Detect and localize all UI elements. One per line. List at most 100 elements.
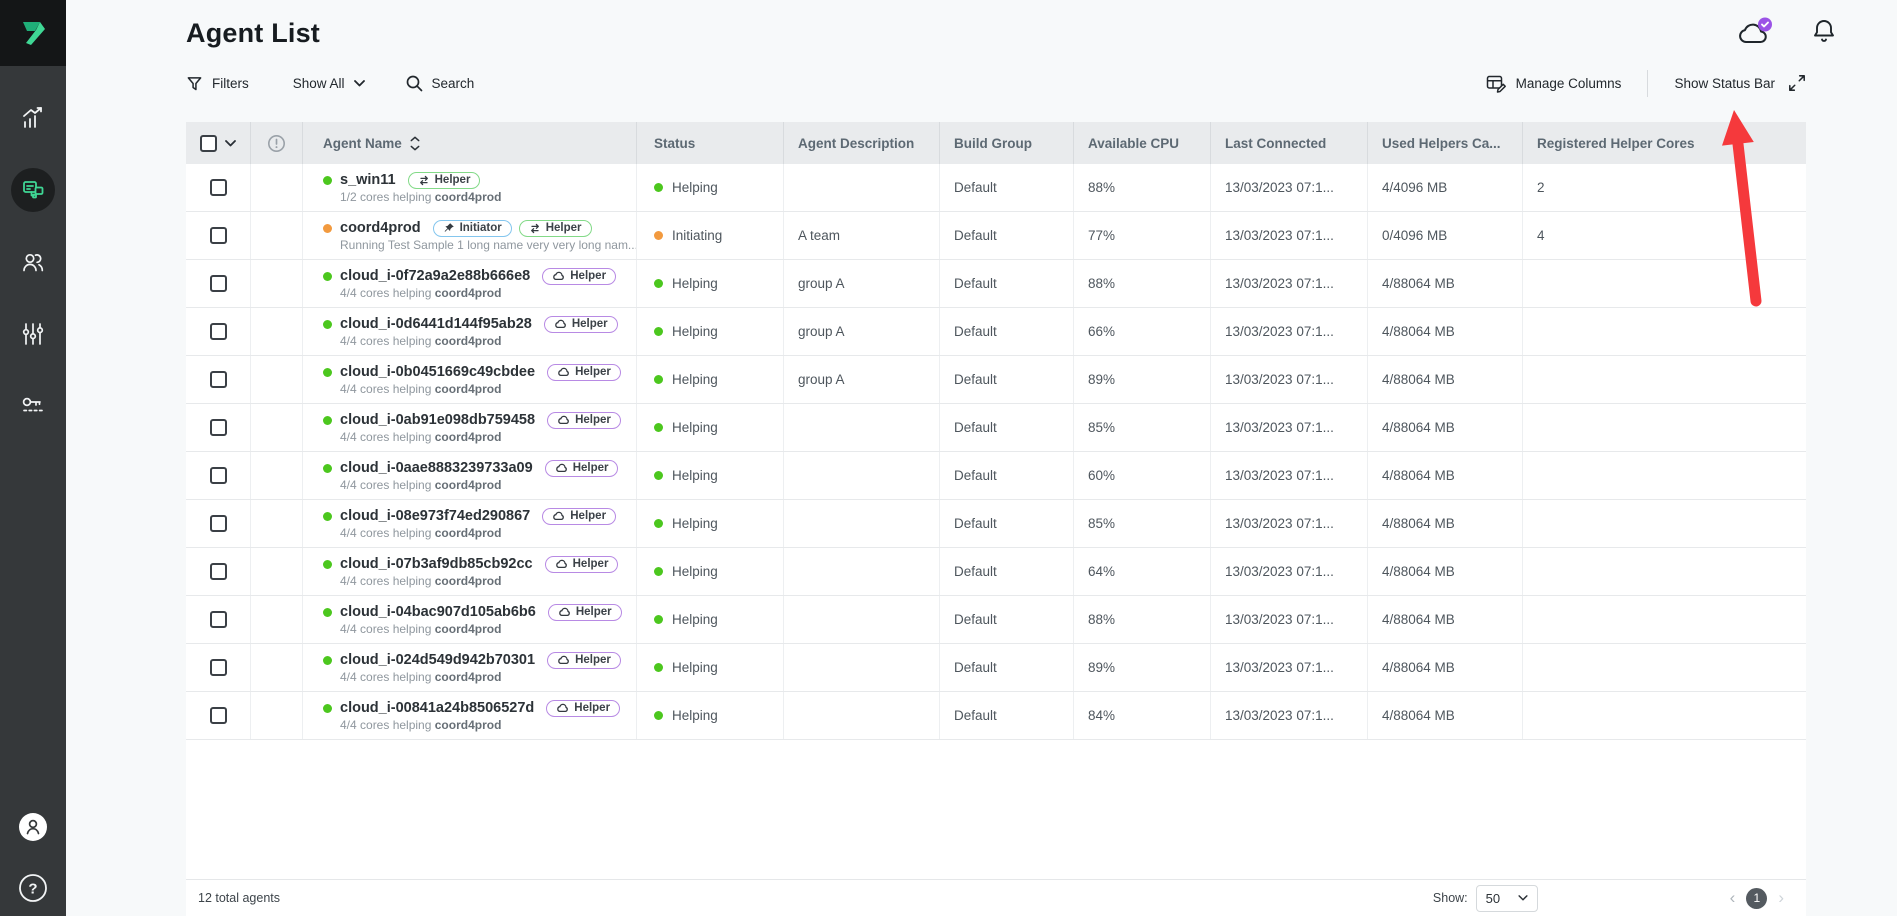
table-row[interactable]: cloud_i-00841a24b8506527d Helper 4/4 cor…	[186, 692, 1806, 740]
available-cpu-cell: 77%	[1074, 212, 1211, 259]
chevron-down-icon	[354, 80, 365, 87]
row-checkbox[interactable]	[210, 467, 227, 484]
agent-name: cloud_i-0b0451669c49cbdee	[340, 364, 535, 380]
header-agent-name[interactable]: Agent Name	[303, 122, 637, 164]
table-row[interactable]: cloud_i-0b0451669c49cbdee Helper 4/4 cor…	[186, 356, 1806, 404]
table-row[interactable]: cloud_i-0d6441d144f95ab28 Helper 4/4 cor…	[186, 308, 1806, 356]
build-group-cell: Default	[940, 500, 1074, 547]
registered-helper-cores-cell	[1523, 356, 1806, 403]
row-checkbox[interactable]	[210, 179, 227, 196]
agent-description-cell	[784, 164, 940, 211]
search-button[interactable]: Search	[405, 74, 475, 92]
select-menu-chevron-icon[interactable]	[225, 140, 236, 147]
app-logo[interactable]	[0, 0, 66, 66]
row-checkbox[interactable]	[210, 611, 227, 628]
row-checkbox[interactable]	[210, 275, 227, 292]
row-checkbox[interactable]	[210, 227, 227, 244]
header-available-cpu[interactable]: Available CPU	[1074, 122, 1211, 164]
table-row[interactable]: cloud_i-0aae8883239733a09 Helper 4/4 cor…	[186, 452, 1806, 500]
help-icon: ?	[18, 873, 48, 903]
agent-subtext: 4/4 cores helping coord4prod	[323, 382, 501, 396]
swap-icon	[529, 223, 541, 234]
agent-name: cloud_i-024d549d942b70301	[340, 652, 535, 668]
sliders-icon	[20, 321, 46, 347]
user-avatar[interactable]	[18, 812, 48, 847]
used-helpers-cell: 4/88064 MB	[1368, 692, 1523, 739]
select-all-checkbox[interactable]	[200, 135, 217, 152]
filters-button[interactable]: Filters	[186, 75, 249, 92]
header-registered-helper-cores[interactable]: Registered Helper Cores	[1523, 122, 1806, 164]
cloud-icon	[1735, 16, 1775, 48]
current-page-button[interactable]: 1	[1746, 888, 1767, 909]
agent-description-cell: group A	[784, 260, 940, 307]
next-page-button[interactable]: ›	[1778, 888, 1784, 908]
header-build-group[interactable]: Build Group	[940, 122, 1074, 164]
agent-badges: Helper	[408, 172, 481, 189]
agent-state-dot	[323, 368, 332, 377]
sidebar-item-users[interactable]	[11, 240, 55, 284]
cloud-status-button[interactable]	[1735, 16, 1775, 53]
row-checkbox[interactable]	[210, 515, 227, 532]
table-row[interactable]: cloud_i-07b3af9db85cb92cc Helper 4/4 cor…	[186, 548, 1806, 596]
agent-name-cell: cloud_i-0f72a9a2e88b666e8 Helper 4/4 cor…	[303, 260, 637, 307]
cloud-icon	[556, 703, 569, 713]
agent-subtext: 4/4 cores helping coord4prod	[323, 286, 501, 300]
agent-description-cell	[784, 692, 940, 739]
used-helpers-cell: 4/88064 MB	[1368, 500, 1523, 547]
agent-name-cell: cloud_i-0d6441d144f95ab28 Helper 4/4 cor…	[303, 308, 637, 355]
agent-state-dot	[323, 272, 332, 281]
row-checkbox[interactable]	[210, 659, 227, 676]
row-checkbox[interactable]	[210, 419, 227, 436]
status-dot	[654, 615, 663, 624]
sort-icon[interactable]	[410, 136, 420, 151]
header-used-helpers[interactable]: Used Helpers Ca...	[1368, 122, 1523, 164]
prev-page-button[interactable]: ‹	[1730, 888, 1736, 908]
show-status-bar-button[interactable]: Show Status Bar	[1674, 74, 1806, 92]
header-status[interactable]: Status	[637, 122, 784, 164]
used-helpers-cell: 4/88064 MB	[1368, 260, 1523, 307]
show-all-dropdown[interactable]: Show All	[293, 76, 365, 91]
used-helpers-cell: 4/88064 MB	[1368, 548, 1523, 595]
agent-badges: Helper	[547, 364, 621, 381]
table-row[interactable]: cloud_i-0f72a9a2e88b666e8 Helper 4/4 cor…	[186, 260, 1806, 308]
registered-helper-cores-cell	[1523, 692, 1806, 739]
build-group-cell: Default	[940, 308, 1074, 355]
row-checkbox[interactable]	[210, 323, 227, 340]
agents-icon	[21, 178, 46, 203]
notifications-button[interactable]	[1811, 17, 1837, 52]
table-row[interactable]: coord4prod InitiatorHelper Running Test …	[186, 212, 1806, 260]
status-dot	[654, 663, 663, 672]
agent-state-dot	[323, 656, 332, 665]
help-button[interactable]: ?	[18, 873, 48, 908]
table-row[interactable]: cloud_i-0ab91e098db759458 Helper 4/4 cor…	[186, 404, 1806, 452]
sidebar-item-analytics[interactable]	[11, 96, 55, 140]
status-dot	[654, 567, 663, 576]
cloud-helper-badge: Helper	[545, 556, 619, 573]
table-row[interactable]: cloud_i-04bac907d105ab6b6 Helper 4/4 cor…	[186, 596, 1806, 644]
registered-helper-cores-cell	[1523, 452, 1806, 499]
header-agent-description[interactable]: Agent Description	[784, 122, 940, 164]
status-dot	[654, 375, 663, 384]
row-checkbox[interactable]	[210, 563, 227, 580]
registered-helper-cores-cell: 4	[1523, 212, 1806, 259]
table-row[interactable]: s_win11 Helper 1/2 cores helping coord4p…	[186, 164, 1806, 212]
available-cpu-cell: 66%	[1074, 308, 1211, 355]
header-select-all[interactable]	[186, 122, 251, 164]
header-last-connected[interactable]: Last Connected	[1211, 122, 1368, 164]
cloud-icon	[557, 655, 570, 665]
helper-badge: Helper	[519, 220, 592, 237]
page-size-select[interactable]: 50	[1476, 885, 1538, 912]
sidebar-item-agents[interactable]	[11, 168, 55, 212]
table-row[interactable]: cloud_i-08e973f74ed290867 Helper 4/4 cor…	[186, 500, 1806, 548]
status-cell: Helping	[637, 260, 784, 307]
status-cell: Helping	[637, 308, 784, 355]
row-checkbox[interactable]	[210, 707, 227, 724]
manage-columns-button[interactable]: Manage Columns	[1486, 74, 1622, 93]
table-row[interactable]: cloud_i-024d549d942b70301 Helper 4/4 cor…	[186, 644, 1806, 692]
row-alert-cell	[251, 596, 303, 643]
sidebar-item-settings[interactable]	[11, 312, 55, 356]
agent-description-cell: group A	[784, 356, 940, 403]
sidebar-item-licenses[interactable]	[11, 384, 55, 428]
table-header: Agent Name Status Agent Description Buil…	[186, 122, 1806, 164]
row-checkbox[interactable]	[210, 371, 227, 388]
